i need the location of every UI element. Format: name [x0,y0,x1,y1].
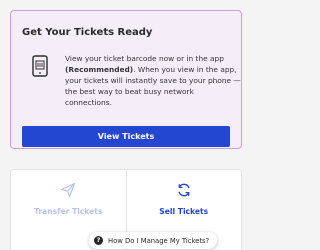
send-icon [61,182,76,198]
transfer-tickets-label: Transfer Tickets [34,207,103,216]
description-text: View your ticket barcode now or in the a… [65,54,224,63]
refresh-icon [178,183,190,197]
question-icon: ? [94,236,103,245]
sell-tickets-label: Sell Tickets [159,207,209,216]
card-description: View your ticket barcode now or in the a… [65,53,241,108]
view-tickets-button[interactable]: View Tickets [22,126,230,147]
recommended-text: (Recommended) [65,65,134,74]
get-tickets-ready-card: Get Your Tickets Ready View your ticket … [10,10,242,149]
phone-icon [32,55,48,77]
help-label: How Do I Manage My Tickets? [108,236,210,245]
card-title: Get Your Tickets Ready [22,27,153,38]
manage-tickets-help-button[interactable]: ? How Do I Manage My Tickets? [89,232,218,249]
